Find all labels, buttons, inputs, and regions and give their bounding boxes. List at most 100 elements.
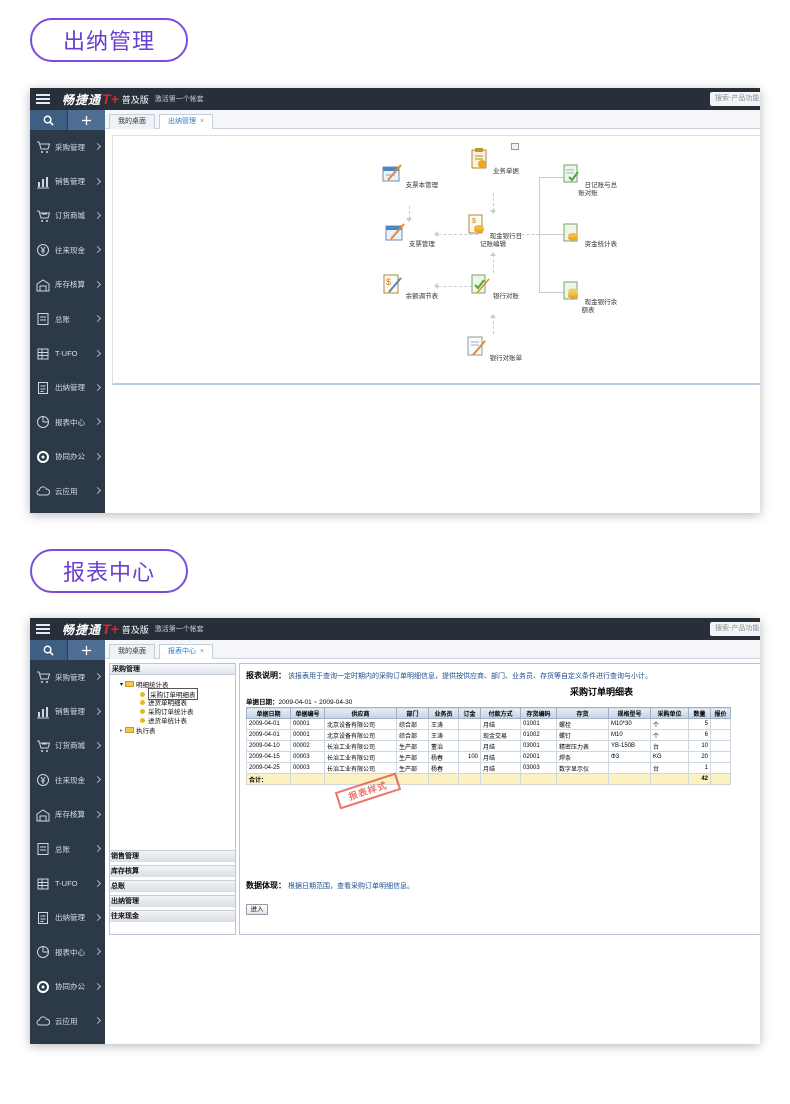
sidebar-add-button[interactable] bbox=[68, 110, 105, 130]
sidebar-item[interactable]: 出纳管理 bbox=[30, 371, 105, 405]
search-input[interactable]: 搜索-产品功能 bbox=[710, 622, 760, 636]
sidebar-item[interactable]: 往来现金 bbox=[30, 233, 105, 267]
flow-bracket bbox=[539, 177, 540, 293]
flow-node-business-docs[interactable]: 业务单据 bbox=[463, 147, 523, 176]
table-cell: 长治工业有限公司 bbox=[324, 751, 397, 763]
sidebar-item[interactable]: 库存核算 bbox=[30, 268, 105, 302]
hamburger-menu-icon[interactable] bbox=[36, 624, 50, 634]
column-header: 单据日期 bbox=[246, 707, 291, 719]
sidebar-item[interactable]: 订货商城 bbox=[30, 199, 105, 233]
flow-node-fund-stats[interactable]: 资金统计表 bbox=[558, 220, 618, 249]
tree-leaf[interactable]: 进货单统计表 bbox=[140, 715, 187, 725]
search-input[interactable]: 搜索-产品功能 bbox=[710, 92, 760, 106]
table-cell bbox=[710, 751, 731, 763]
tab-my-desktop[interactable]: 我的桌面 bbox=[109, 644, 155, 659]
sidebar-item[interactable]: T-UFO bbox=[30, 866, 105, 900]
flow-node-label: 银行对账单 bbox=[489, 355, 523, 362]
table-cell: 长治工业有限公司 bbox=[324, 762, 397, 774]
sidebar-item[interactable]: 协同办公 bbox=[30, 970, 105, 1004]
sidebar-item-label: 库存核算 bbox=[55, 280, 85, 290]
close-icon[interactable]: × bbox=[200, 118, 204, 125]
sidebar-search-button[interactable] bbox=[30, 110, 67, 130]
sidebar-item[interactable]: 采购管理 bbox=[30, 660, 105, 694]
chevron-right-icon bbox=[93, 741, 102, 750]
flow-node-bank-reconcile[interactable]: 银行对账 bbox=[463, 272, 523, 301]
table-cell bbox=[480, 773, 521, 785]
tab-label: 报表中心 bbox=[168, 648, 196, 655]
sidebar-item[interactable]: 报表中心 bbox=[30, 405, 105, 439]
flow-node-journal-reconcile[interactable]: 日记账与总账对账 bbox=[558, 161, 618, 198]
brand-t-logo: T+ bbox=[102, 91, 119, 107]
cart-icon bbox=[36, 140, 50, 154]
sidebar-item[interactable]: 总账 bbox=[30, 832, 105, 866]
flow-node-label: 支票管理 bbox=[408, 241, 435, 248]
sidebar-item[interactable]: 报表中心 bbox=[30, 935, 105, 969]
sidebar-item[interactable]: 云应用 bbox=[30, 1004, 105, 1038]
flow-node-bank-balance[interactable]: 现金银行余额表 bbox=[558, 278, 618, 315]
tab-report-center[interactable]: 报表中心 × bbox=[159, 644, 214, 660]
tree-category-ar-ap[interactable]: 往来现金 bbox=[110, 910, 235, 922]
flow-node-balance-adjust[interactable]: $ 余额调节表 bbox=[379, 272, 439, 301]
hamburger-menu-icon[interactable] bbox=[36, 94, 50, 104]
sidebar-item[interactable]: 订货商城 bbox=[30, 729, 105, 763]
folder-icon bbox=[125, 681, 135, 687]
table-row[interactable]: 2009-04-10 00002 长治工业有限公司 生产部 董治 月结 03001 精密压力表… bbox=[246, 740, 731, 752]
flow-node-checkbook[interactable]: 支票本管理 bbox=[379, 161, 439, 190]
tab-my-desktop[interactable]: 我的桌面 bbox=[109, 114, 155, 129]
activate-link[interactable]: 激活第一个帐套 bbox=[155, 624, 204, 634]
table-row[interactable]: 2009-04-01 00001 北京设备有限公司 综合部 王涛 现金交易 01002 螺钉 M… bbox=[246, 729, 731, 741]
spreadsheet-icon bbox=[36, 347, 50, 361]
sidebar-item-label: 订货商城 bbox=[55, 211, 85, 221]
sidebar-add-button[interactable] bbox=[68, 640, 105, 660]
sidebar-item[interactable]: 销售管理 bbox=[30, 164, 105, 198]
sidebar-item[interactable]: 采购管理 bbox=[30, 130, 105, 164]
sidebar-item-label: 报表中心 bbox=[55, 417, 85, 427]
ledger-icon bbox=[36, 842, 50, 856]
tree-category-cashier[interactable]: 出纳管理 bbox=[110, 895, 235, 907]
sidebar-item-label: 出纳管理 bbox=[55, 383, 85, 393]
tab-cashier[interactable]: 出纳管理 × bbox=[159, 114, 214, 130]
table-cell bbox=[458, 729, 481, 741]
expand-icon[interactable] bbox=[511, 143, 519, 150]
tab-label: 我的桌面 bbox=[118, 648, 146, 655]
enter-button[interactable]: 进入 bbox=[246, 904, 268, 915]
chevron-right-icon bbox=[93, 673, 102, 681]
tree-category-purchase[interactable]: 采购管理 bbox=[110, 664, 235, 675]
tree-category-sales[interactable]: 销售管理 bbox=[110, 850, 235, 862]
flow-node-bank-statement[interactable]: 银行对账单 bbox=[463, 334, 523, 363]
total-quantity: 42 bbox=[688, 773, 711, 785]
cart-icon bbox=[36, 670, 50, 684]
tree-category-gl[interactable]: 总账 bbox=[110, 880, 235, 892]
search-icon bbox=[43, 115, 54, 126]
bar-chart-icon bbox=[36, 175, 50, 189]
chevron-right-icon bbox=[93, 810, 102, 818]
sidebar-item[interactable]: 销售管理 bbox=[30, 694, 105, 728]
close-icon[interactable]: × bbox=[200, 648, 204, 655]
chevron-right-icon bbox=[93, 487, 102, 495]
flow-node-check-mgmt[interactable]: 支票管理 bbox=[379, 220, 439, 249]
table-row[interactable]: 2009-04-15 00003 长治工业有限公司 生产部 杨春 100 月结 02001 焊条… bbox=[246, 751, 731, 763]
sidebar-item[interactable]: 往来现金 bbox=[30, 763, 105, 797]
sidebar-item-label: 总账 bbox=[55, 314, 70, 324]
sidebar-item[interactable]: 总账 bbox=[30, 302, 105, 336]
data-text: 根据日期范围，查看采购订单明细信息。 bbox=[287, 883, 414, 890]
flow-node-cash-journal[interactable]: $ 现金银行日记账编辑 bbox=[463, 212, 523, 249]
tree-node-execution[interactable]: ▸ 执行表 bbox=[120, 725, 156, 735]
sidebar-item[interactable]: 库存核算 bbox=[30, 798, 105, 832]
table-cell: 2009-04-25 bbox=[246, 762, 291, 774]
sidebar-item[interactable]: 协同办公 bbox=[30, 440, 105, 474]
activate-link[interactable]: 激活第一个帐套 bbox=[155, 94, 204, 104]
tab-strip: 我的桌面 出纳管理 × bbox=[105, 110, 760, 130]
brand-t-logo: T+ bbox=[102, 621, 119, 637]
sidebar-item[interactable]: 云应用 bbox=[30, 474, 105, 508]
table-row[interactable]: 2009-04-01 00001 北京设备有限公司 综合部 王涛 月结 01001 螺栓 M10… bbox=[246, 718, 731, 730]
column-header: 订金 bbox=[458, 707, 481, 719]
sidebar-item[interactable]: T-UFO bbox=[30, 336, 105, 370]
tree-category-inventory[interactable]: 库存核算 bbox=[110, 865, 235, 877]
table-row[interactable]: 2009-04-25 00003 长治工业有限公司 生产部 杨春 月结 03003 数字显示仪… bbox=[246, 762, 731, 774]
sidebar-search-button[interactable] bbox=[30, 640, 67, 660]
sidebar-item-label: 往来现金 bbox=[55, 775, 85, 785]
sidebar-item-label: 库存核算 bbox=[55, 810, 85, 820]
sidebar-item[interactable]: 出纳管理 bbox=[30, 901, 105, 935]
report-description: 报表说明： 该报表用于查询一定时期内的采购订单明细信息，提供按供应商、部门、业务… bbox=[246, 670, 652, 681]
